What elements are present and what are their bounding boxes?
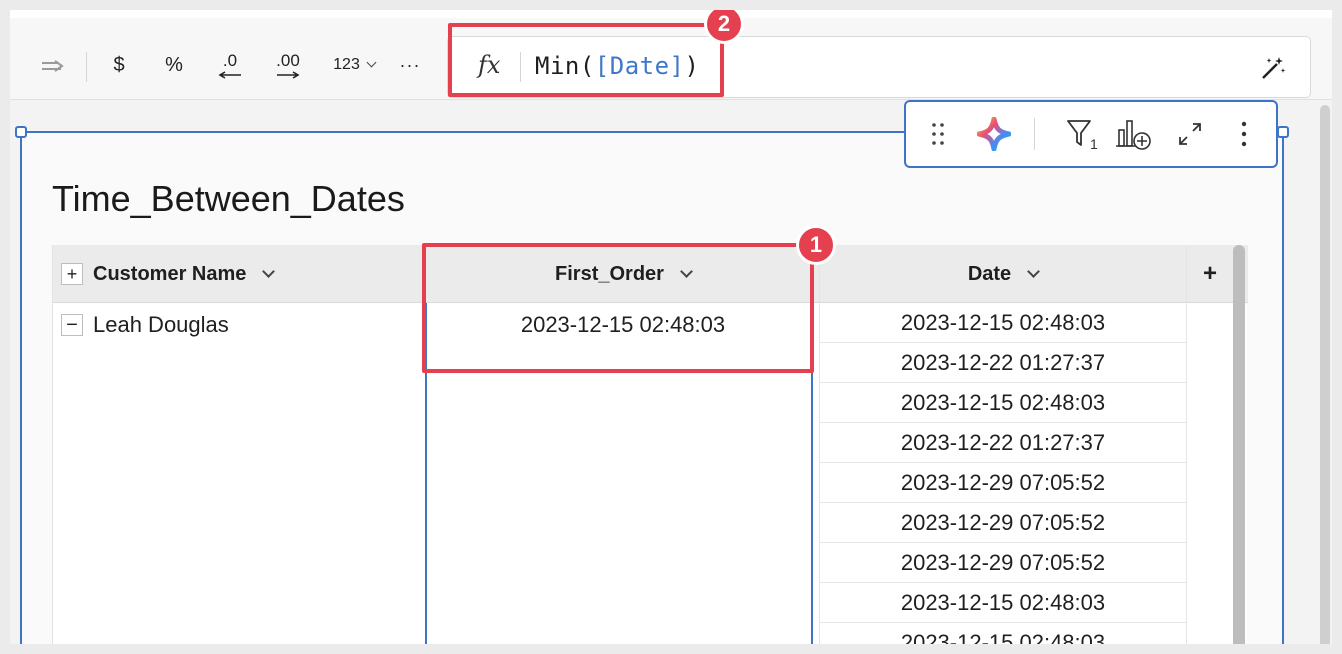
filter-icon[interactable]: 1: [1058, 116, 1102, 152]
page-scrollbar[interactable]: [1320, 105, 1330, 644]
date-cell[interactable]: 2023-12-15 02:48:03: [820, 623, 1186, 645]
decrease-decimals-label: .0: [222, 51, 238, 70]
workbook-app: $ % .0 .00 123 ··· fx Min([Date]) 1 Time…: [10, 10, 1332, 644]
date-cell[interactable]: 2023-12-22 01:27:37: [820, 423, 1186, 463]
date-cell[interactable]: 2023-12-15 02:48:03: [820, 303, 1186, 343]
column-header-label: Customer Name: [93, 262, 247, 285]
date-cell[interactable]: 2023-12-29 07:05:52: [820, 543, 1186, 583]
decrease-decimals-button[interactable]: .0: [212, 50, 248, 80]
more-button[interactable]: ···: [394, 50, 426, 80]
increase-decimals-button[interactable]: .00: [268, 50, 308, 80]
date-cell[interactable]: 2023-12-15 02:48:03: [820, 383, 1186, 423]
column-header-customer-name[interactable]: + Customer Name: [61, 245, 423, 303]
column-header-label: Date: [967, 262, 1012, 285]
annotation-badge-1: 1: [796, 225, 836, 265]
increase-decimals-label: .00: [276, 51, 300, 70]
date-cell[interactable]: 2023-12-29 07:05:52: [820, 503, 1186, 543]
column-header-date[interactable]: Date: [820, 245, 1186, 303]
resize-handle[interactable]: [1277, 126, 1289, 138]
currency-button[interactable]: $: [104, 50, 134, 80]
chevron-down-icon: [366, 57, 377, 67]
number-format-dropdown[interactable]: 123: [326, 50, 382, 80]
table-scrollbar[interactable]: [1233, 245, 1245, 644]
date-cell[interactable]: 2023-12-29 07:05:52: [820, 463, 1186, 503]
chevron-down-icon[interactable]: [262, 264, 276, 278]
more-vertical-icon[interactable]: [1226, 116, 1262, 152]
expand-icon[interactable]: [1172, 116, 1208, 152]
first-order-highlight: [422, 243, 814, 373]
resize-handle[interactable]: [15, 126, 27, 138]
formula-highlight: [448, 23, 724, 97]
add-chart-icon[interactable]: [1112, 116, 1156, 152]
add-column-button[interactable]: +: [1187, 245, 1233, 303]
arrow-right-icon: [277, 71, 300, 79]
number-format-label: 123: [333, 56, 360, 73]
element-floating-toolbar: 1: [904, 100, 1278, 168]
element-title: Time_Between_Dates: [52, 178, 405, 219]
ai-assistant-icon[interactable]: [976, 116, 1012, 152]
date-cell[interactable]: 2023-12-15 02:48:03: [820, 583, 1186, 623]
customer-name-value: Leah Douglas: [93, 312, 229, 337]
drag-handle-icon[interactable]: [920, 116, 956, 152]
date-cell[interactable]: 2023-12-22 01:27:37: [820, 343, 1186, 383]
percent-button[interactable]: %: [158, 50, 190, 80]
arrow-left-icon: [218, 71, 241, 79]
expand-all-button[interactable]: +: [61, 263, 83, 285]
redo-icon[interactable]: [36, 50, 70, 80]
filter-count: 1: [1090, 136, 1098, 152]
group-row-customer[interactable]: − Leah Douglas: [61, 312, 229, 338]
collapse-group-button[interactable]: −: [61, 314, 83, 336]
chevron-down-icon[interactable]: [1027, 264, 1041, 278]
magic-wand-icon[interactable]: [1258, 53, 1288, 83]
